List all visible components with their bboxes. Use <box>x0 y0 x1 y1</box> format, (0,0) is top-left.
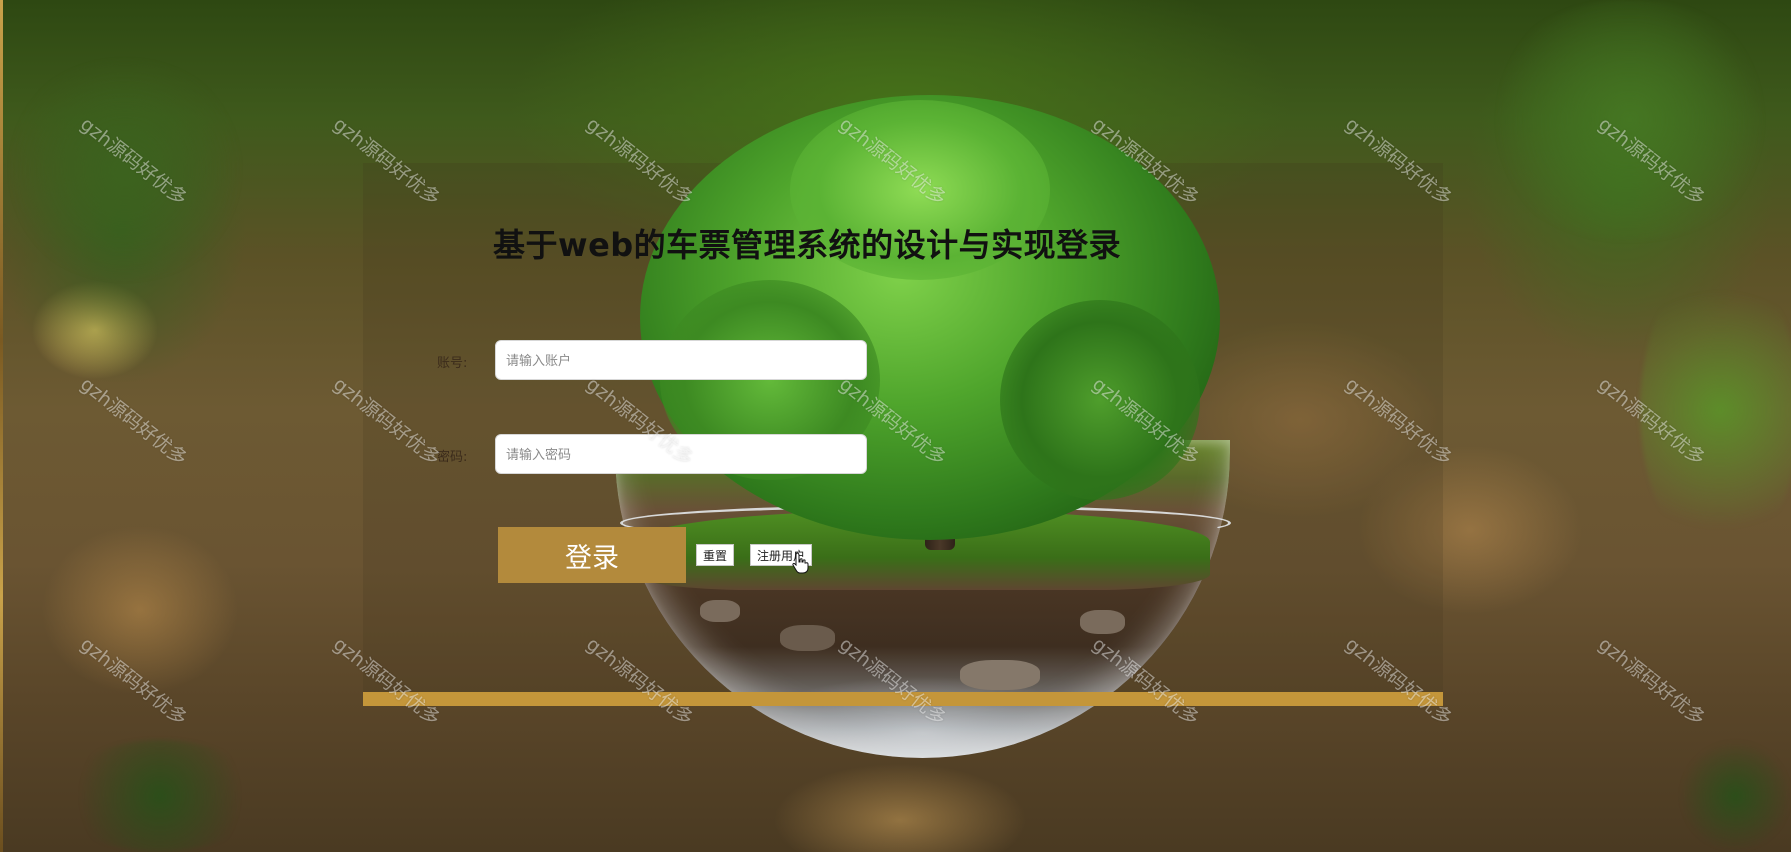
background-foliage <box>1680 740 1791 852</box>
account-input[interactable] <box>495 340 867 380</box>
login-button[interactable]: 登录 <box>498 527 686 583</box>
background-foliage <box>1640 260 1791 560</box>
background-foliage <box>0 60 250 280</box>
background-foliage <box>60 740 260 852</box>
hand-pointer-icon <box>792 552 809 574</box>
window-edge <box>0 0 3 852</box>
background-foliage <box>1480 0 1780 240</box>
rock-illustration <box>1080 610 1125 634</box>
panel-accent-bar <box>363 692 1443 706</box>
rock-illustration <box>780 625 835 651</box>
tree-canopy-illustration <box>1000 300 1200 500</box>
watermark-text: gzh源码好优多 <box>75 373 192 470</box>
password-label: 密码: <box>437 450 468 465</box>
account-label: 账号: <box>437 356 468 371</box>
watermark-text: gzh源码好优多 <box>75 633 192 730</box>
watermark-text: gzh源码好优多 <box>1593 633 1710 730</box>
rock-illustration <box>960 660 1040 690</box>
login-screen: 基于web的车票管理系统的设计与实现登录 账号: 密码: 登录 重置 注册用户 … <box>0 0 1791 852</box>
rock-illustration <box>700 600 740 622</box>
reset-button[interactable]: 重置 <box>696 544 735 566</box>
page-title: 基于web的车票管理系统的设计与实现登录 <box>493 226 1122 264</box>
password-input[interactable] <box>495 434 867 474</box>
